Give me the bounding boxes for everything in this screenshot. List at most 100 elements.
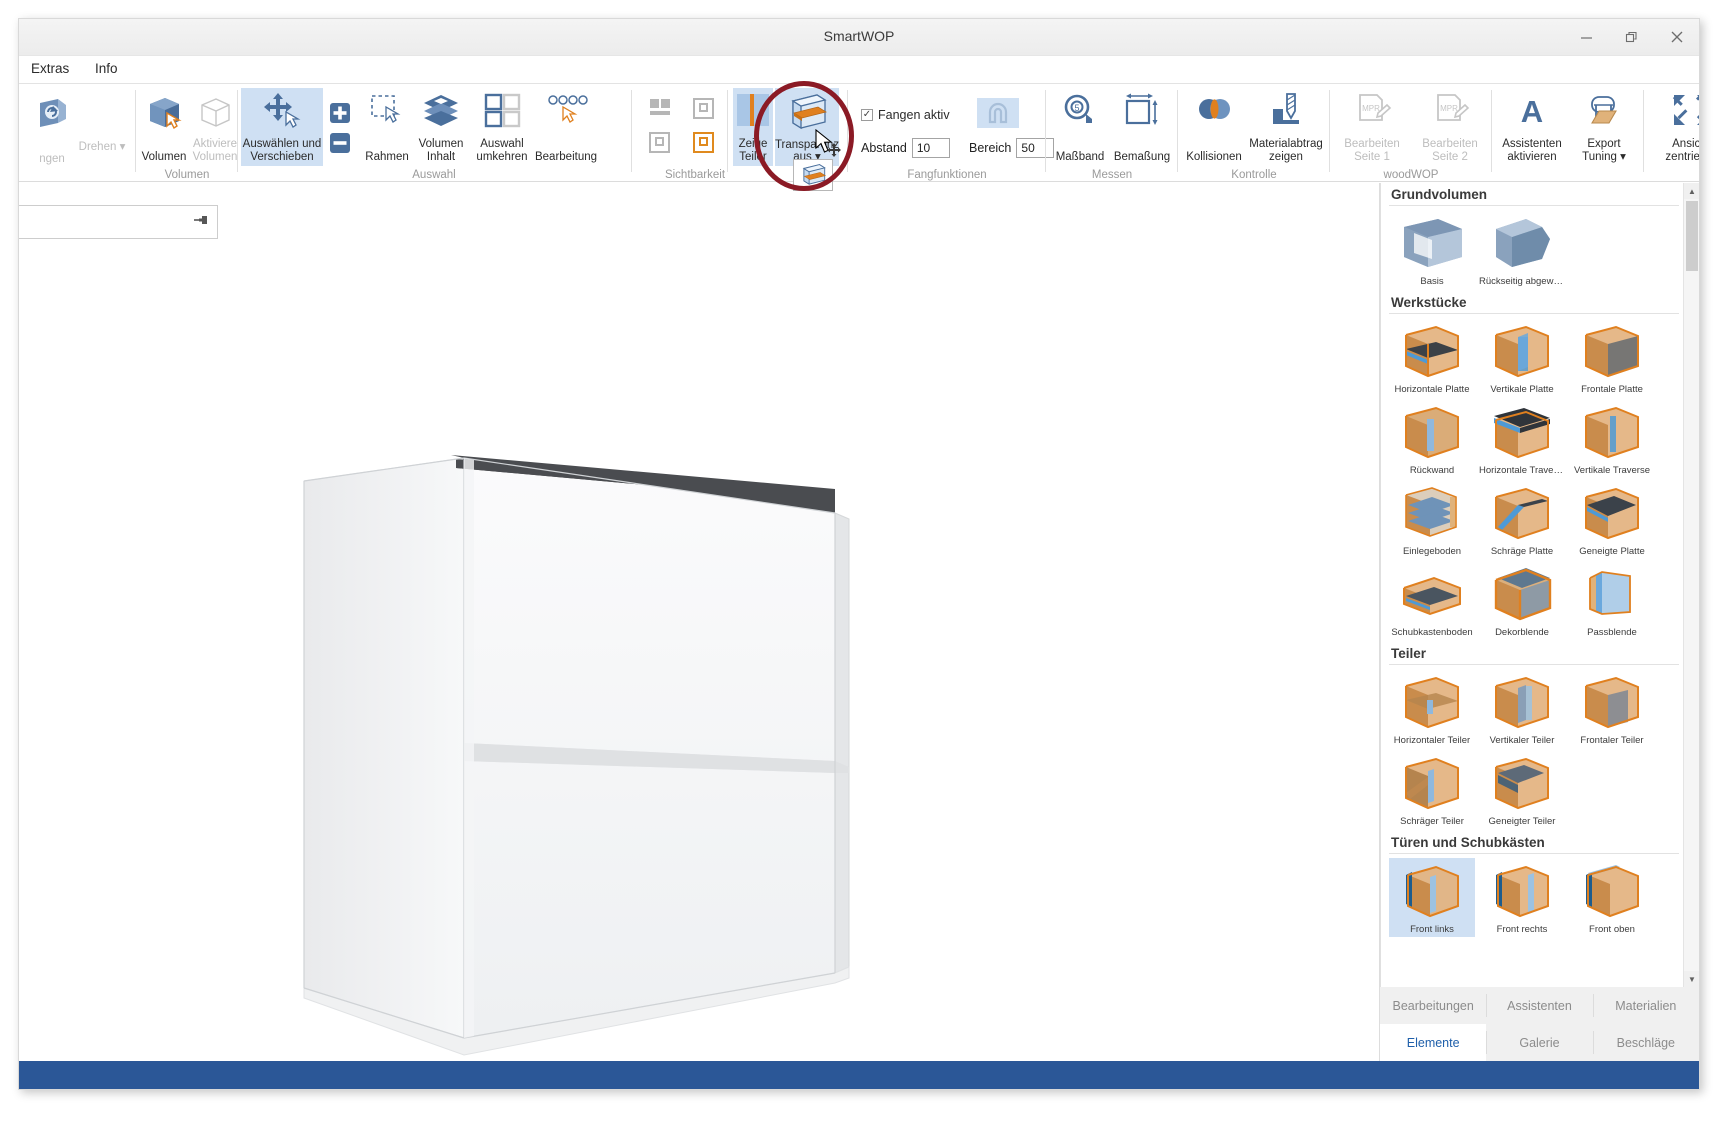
library-item-vertikale-traverse[interactable]: Vertikale Traverse [1569, 399, 1655, 478]
library-scrollbar[interactable]: ▲ ▼ [1683, 183, 1699, 987]
selection-add-button[interactable] [329, 102, 351, 129]
frame-view-icon[interactable] [693, 98, 714, 119]
menu-item-info[interactable]: Info [89, 59, 124, 78]
library-item-frontaler-teiler[interactable]: Frontaler Teiler [1569, 669, 1655, 748]
ribbon-button-zeige-teiler[interactable]: Zeige Teiler [733, 88, 773, 166]
tab-bearbeitungen[interactable]: Bearbeitungen [1380, 987, 1487, 1024]
ribbon-button-massband[interactable]: 5 Maßband [1049, 88, 1111, 166]
library-item-rueckwand[interactable]: Rückwand [1389, 399, 1475, 478]
minimize-button[interactable] [1564, 19, 1609, 55]
ribbon-button-volumen[interactable]: Volumen [139, 88, 189, 166]
library-item-dekorblende[interactable]: Dekorblende [1479, 561, 1565, 640]
ribbon-button-bearbeiten-seite-2[interactable]: MPR Bearbeiten Seite 2 [1411, 88, 1489, 166]
drawer-bottom-icon [1403, 576, 1461, 616]
panel-tab-row-2: Elemente Galerie Beschläge [1380, 1024, 1699, 1061]
checkbox-mark: ✓ [861, 109, 873, 121]
library-item-front-links[interactable]: Front links [1389, 858, 1475, 937]
scroll-down-arrow[interactable]: ▼ [1684, 971, 1699, 987]
category-rule [1389, 313, 1679, 314]
mpr-edit-icon: MPR [1429, 91, 1471, 135]
fangen-aktiv-label: Fangen aktiv [878, 108, 950, 122]
tab-assistenten[interactable]: Assistenten [1486, 987, 1593, 1024]
library-item-label: Einlegeboden [1402, 546, 1462, 557]
library-item-horizontaler-teiler[interactable]: Horizontaler Teiler [1389, 669, 1475, 748]
vertical-rail-icon [1585, 406, 1639, 459]
ribbon-button-kollisionen[interactable]: Kollisionen [1181, 88, 1247, 166]
library-scroll-area[interactable]: Grundvolumen Basis Rückseitig abgewink..… [1380, 183, 1699, 987]
3d-viewport[interactable] [19, 183, 1379, 1061]
single-view-icon[interactable] [649, 132, 670, 153]
scroll-up-arrow[interactable]: ▲ [1684, 183, 1699, 199]
ribbon-button-aktiviere-volumen[interactable]: Aktiviere Volumen [189, 88, 241, 166]
ribbon-button-auswaehlen-verschieben[interactable]: Auswählen und Verschieben [241, 88, 323, 166]
selection-remove-button[interactable] [329, 132, 351, 159]
ribbon-group-woodwop-label: woodWOP [1383, 169, 1439, 181]
tab-galerie[interactable]: Galerie [1486, 1024, 1593, 1061]
library-item-front-rechts[interactable]: Front rechts [1479, 858, 1565, 937]
scrollbar-thumb[interactable] [1686, 201, 1698, 271]
maximize-restore-button[interactable] [1609, 19, 1654, 55]
ribbon-group-messen: 5 Maßband Bemaßung Messen [1047, 84, 1177, 183]
ribbon-button-bearbeiten-seite-1-label: Bearbeiten Seite 1 [1344, 138, 1400, 163]
library-item-label: Front oben [1589, 924, 1635, 935]
shelf-icon [1405, 487, 1457, 537]
window-title: SmartWOP [823, 28, 895, 44]
ribbon-button-bemassung-label: Bemaßung [1113, 150, 1171, 163]
ribbon-button-drehungen-label: ngen [39, 152, 65, 165]
library-item-front-oben[interactable]: Front oben [1569, 858, 1655, 937]
menu-item-extras[interactable]: Extras [25, 59, 75, 78]
library-item-label: Schräger Teiler [1400, 816, 1464, 827]
highlight-view-icon[interactable] [693, 132, 714, 153]
library-item-frontale-platte[interactable]: Frontale Platte [1569, 318, 1655, 397]
close-button[interactable] [1654, 19, 1699, 55]
abstand-input[interactable]: 10 [911, 138, 950, 158]
category-title-grundvolumen: Grundvolumen [1391, 187, 1488, 202]
library-item-horizontale-platte[interactable]: Horizontale Platte [1389, 318, 1475, 397]
library-item-label: Frontaler Teiler [1580, 735, 1644, 746]
rotate-icon [32, 93, 72, 137]
category-rule [1389, 853, 1679, 854]
library-item-horizontale-traverse[interactable]: Horizontale Traverse [1479, 399, 1565, 478]
library-item-schraege-platte[interactable]: Schräge Platte [1479, 480, 1565, 559]
ribbon-button-ansicht-zentrieren-label: Ansichtzentrieren [1665, 138, 1700, 163]
status-bar [19, 1061, 1699, 1089]
library-item-geneigte-platte[interactable]: Geneigte Platte [1569, 480, 1655, 559]
ribbon-button-assistenten-aktivieren[interactable]: A Assistenten aktivieren [1495, 88, 1569, 166]
library-item-vertikaler-teiler[interactable]: Vertikaler Teiler [1479, 669, 1565, 748]
ribbon-button-bearbeiten-seite-1[interactable]: MPR Bearbeiten Seite 1 [1333, 88, 1411, 166]
center-view-icon [1670, 90, 1699, 135]
ribbon-button-materialabtrag[interactable]: Materialabtrag zeigen [1245, 88, 1327, 166]
magnet-snap-icon[interactable] [977, 98, 1019, 128]
library-item-label: Rückwand [1409, 465, 1455, 476]
library-item-geneigter-teiler[interactable]: Geneigter Teiler [1479, 750, 1565, 829]
ribbon-button-bearbeitung[interactable]: Bearbeitung [533, 88, 599, 166]
tab-beschlaege[interactable]: Beschläge [1592, 1024, 1699, 1061]
ribbon-button-export-tuning[interactable]: Export Tuning ▾ [1569, 88, 1639, 166]
ribbon-button-volumen-inhalt[interactable]: Volumen Inhalt [413, 88, 469, 166]
ribbon-button-rahmen[interactable]: Rahmen [359, 88, 415, 166]
element-library-panel: Grundvolumen Basis Rückseitig abgewink..… [1379, 183, 1699, 1061]
ribbon-button-kollisionen-label: Kollisionen [1186, 150, 1242, 163]
tab-elemente[interactable]: Elemente [1380, 1024, 1487, 1061]
ribbon-button-ansicht-zentrieren[interactable]: Ansichtzentrieren [1647, 88, 1700, 166]
ribbon-button-drehen[interactable]: Drehen ▾ [71, 138, 133, 157]
category-grid-tueren: Front links Front rechts Front oben [1381, 858, 1683, 939]
category-rule [1389, 664, 1679, 665]
invert-selection-icon [481, 91, 523, 135]
dimension-icon [1121, 91, 1163, 135]
split-view-icon[interactable] [649, 98, 670, 119]
library-item-schraeger-teiler[interactable]: Schräger Teiler [1389, 750, 1475, 829]
ribbon-group-auswahl: Auswählen und Verschieben Rahmen Volumen… [239, 84, 629, 183]
library-item-vertikale-platte[interactable]: Vertikale Platte [1479, 318, 1565, 397]
ribbon-button-auswahl-umkehren[interactable]: Auswahl umkehren [471, 88, 533, 166]
ribbon-button-materialabtrag-label: Materialabtrag zeigen [1249, 138, 1323, 163]
library-item-rueckseitig-abgewinkelt[interactable]: Rückseitig abgewink... [1479, 210, 1565, 289]
library-item-basis[interactable]: Basis [1389, 210, 1475, 289]
fangen-aktiv-checkbox[interactable]: ✓ Fangen aktiv [861, 108, 950, 122]
library-item-passblende[interactable]: Passblende [1569, 561, 1655, 640]
ribbon-button-bemassung[interactable]: Bemaßung [1109, 88, 1175, 166]
library-item-label: Horizontale Platte [1394, 384, 1470, 395]
tab-materialien[interactable]: Materialien [1592, 987, 1699, 1024]
library-item-einlegeboden[interactable]: Einlegeboden [1389, 480, 1475, 559]
library-item-schubkastenboden[interactable]: Schubkastenboden [1389, 561, 1475, 640]
